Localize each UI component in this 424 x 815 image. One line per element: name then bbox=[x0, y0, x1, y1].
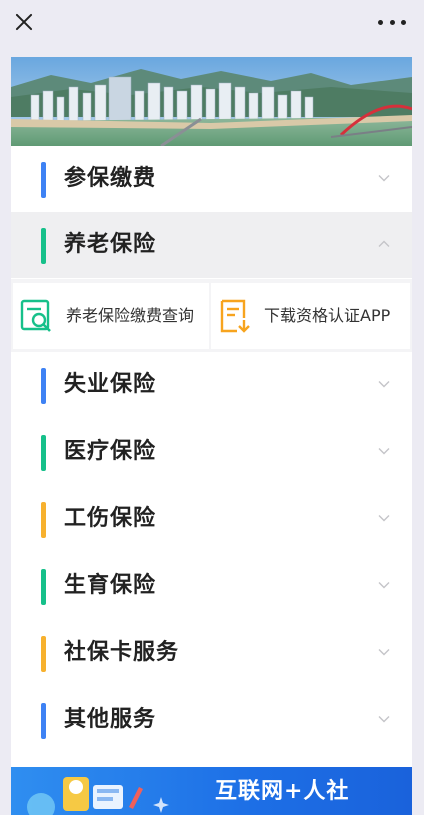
menu-item-label: 其他服务 bbox=[64, 707, 157, 732]
accent-bar bbox=[41, 228, 46, 264]
menu-item-label: 医疗保险 bbox=[64, 439, 157, 464]
chevron-down-icon bbox=[378, 448, 390, 455]
internet-plus-hr-banner[interactable]: 互联网+人社 bbox=[11, 767, 412, 815]
download-certification-app-button[interactable]: 下载资格认证APP bbox=[211, 283, 410, 349]
chevron-down-icon bbox=[378, 582, 390, 589]
banner-title: 互联网+人社 bbox=[215, 778, 350, 804]
dot bbox=[378, 19, 383, 25]
search-document-icon bbox=[20, 299, 51, 332]
dot bbox=[389, 19, 395, 25]
accent-bar bbox=[41, 162, 46, 198]
top-bar bbox=[0, 0, 424, 44]
download-document-icon bbox=[220, 299, 250, 333]
pension-payment-query-button[interactable]: 养老保险缴费查询 bbox=[13, 283, 209, 349]
menu-item-work-injury[interactable]: 工伤保险 bbox=[11, 486, 412, 552]
menu-item-maternity[interactable]: 生育保险 bbox=[11, 553, 412, 619]
dot bbox=[401, 19, 406, 25]
chevron-down-icon bbox=[378, 716, 390, 723]
accent-bar bbox=[41, 435, 46, 471]
close-icon[interactable] bbox=[10, 8, 38, 36]
banner-illustration bbox=[27, 777, 169, 815]
menu-item-label: 养老保险 bbox=[64, 232, 157, 257]
menu-item-pension[interactable]: 养老保险 bbox=[11, 212, 412, 278]
menu-item-label: 社保卡服务 bbox=[64, 640, 180, 665]
pension-submenu: 养老保险缴费查询 下载资格认证APP bbox=[11, 279, 412, 352]
menu-item-unemployment[interactable]: 失业保险 bbox=[11, 352, 412, 418]
chevron-down-icon bbox=[378, 381, 390, 388]
accent-bar bbox=[41, 569, 46, 605]
chevron-down-icon bbox=[378, 515, 390, 522]
submenu-item-label: 下载资格认证APP bbox=[264, 306, 391, 325]
accent-bar bbox=[41, 636, 46, 672]
menu-item-medical[interactable]: 医疗保险 bbox=[11, 419, 412, 485]
menu-item-social-security-card[interactable]: 社保卡服务 bbox=[11, 620, 412, 686]
service-card: 参保缴费 养老保险 养老保险缴费查询 下载资格认证APP 失业保险 医疗保险 工… bbox=[11, 57, 412, 815]
chevron-down-icon bbox=[378, 175, 390, 182]
accent-bar bbox=[41, 368, 46, 404]
accent-bar bbox=[41, 703, 46, 739]
chevron-up-icon bbox=[378, 240, 390, 247]
menu-item-label: 生育保险 bbox=[64, 573, 157, 598]
menu-item-label: 参保缴费 bbox=[64, 166, 157, 191]
menu-item-label: 失业保险 bbox=[64, 372, 157, 397]
menu-item-contribution[interactable]: 参保缴费 bbox=[11, 146, 412, 212]
accent-bar bbox=[41, 502, 46, 538]
submenu-item-label: 养老保险缴费查询 bbox=[66, 306, 195, 325]
menu-item-other-services[interactable]: 其他服务 bbox=[11, 687, 412, 753]
city-skyline-illustration bbox=[11, 57, 412, 146]
menu-item-label: 工伤保险 bbox=[64, 506, 157, 531]
more-horizontal-icon[interactable] bbox=[378, 14, 406, 30]
chevron-down-icon bbox=[378, 649, 390, 656]
city-banner-image bbox=[11, 57, 412, 146]
